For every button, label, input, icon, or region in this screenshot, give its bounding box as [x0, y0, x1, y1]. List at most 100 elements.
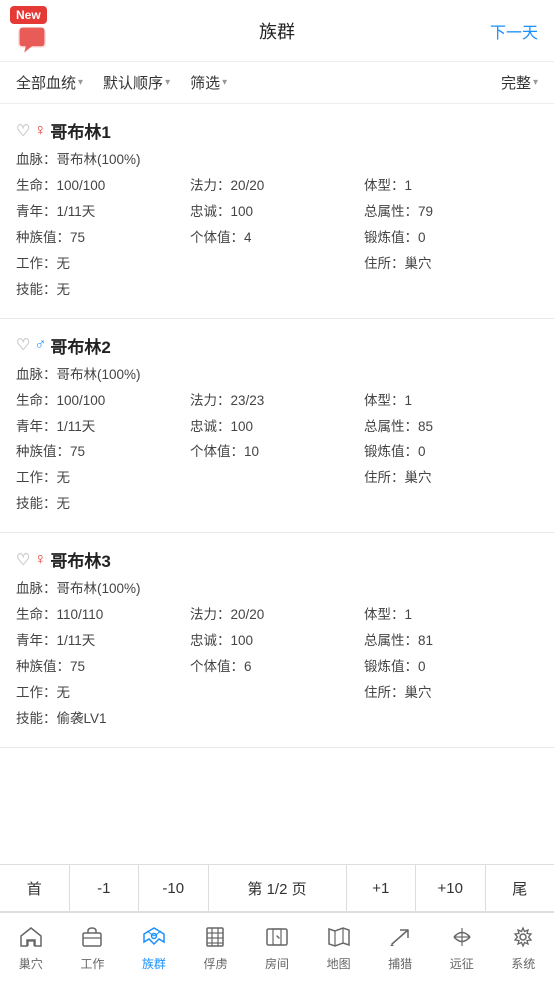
nav-item-tribe[interactable]: 族群	[123, 913, 185, 984]
nav-label-work: 工作	[80, 955, 104, 972]
mp: 法力：20/20	[190, 604, 364, 627]
hp: 生命：110/110	[16, 604, 190, 627]
individual: 个体值：10	[190, 441, 364, 464]
next-day-button[interactable]: 下一天	[490, 19, 538, 43]
page-prev1-button[interactable]: -1	[70, 865, 140, 911]
hunt-icon	[388, 926, 412, 952]
creature-card[interactable]: ♡ ♀ 哥布林1 血脉：哥布林(100%) 生命：100/100 法力：20/2…	[0, 104, 554, 319]
new-badge: New	[10, 6, 47, 24]
chevron-down-icon: ▾	[533, 77, 538, 88]
creature-list: ♡ ♀ 哥布林1 血脉：哥布林(100%) 生命：100/100 法力：20/2…	[0, 104, 554, 864]
total-attr: 总属性：85	[364, 416, 538, 439]
nav-label-tribe: 族群	[142, 955, 166, 972]
filter-bloodline[interactable]: 全部血统 ▾	[16, 72, 83, 93]
individual: 个体值：6	[190, 656, 364, 679]
creature-stats: 血脉：哥布林(100%) 生命：110/110 法力：20/20 体型：1 青年…	[16, 578, 538, 731]
home-icon	[19, 926, 43, 952]
male-icon: ♂	[34, 336, 46, 354]
nav-item-system[interactable]: 系统	[493, 913, 554, 984]
tribe-icon	[141, 926, 167, 952]
bloodline: 血脉：哥布林(100%)	[16, 364, 538, 387]
creature-stats: 血脉：哥布林(100%) 生命：100/100 法力：20/20 体型：1 青年…	[16, 149, 538, 302]
work: 工作：无	[16, 467, 190, 490]
creature-name-row: ♡ ♀ 哥布林3	[16, 547, 538, 572]
individual: 个体值：4	[190, 227, 364, 250]
message-icon	[16, 26, 48, 54]
creature-name: 哥布林3	[50, 547, 110, 572]
creature-card[interactable]: ♡ ♀ 哥布林3 血脉：哥布林(100%) 生命：110/110 法力：20/2…	[0, 533, 554, 748]
work: 工作：无	[16, 253, 190, 276]
loyalty: 忠诚：100	[190, 201, 364, 224]
nav-label-system: 系统	[511, 955, 535, 972]
heart-icon: ♡	[16, 550, 30, 570]
bloodline: 血脉：哥布林(100%)	[16, 149, 538, 172]
youth: 青年：1/11天	[16, 630, 190, 653]
creature-name-row: ♡ ♂ 哥布林2	[16, 333, 538, 358]
filter-order[interactable]: 默认顺序 ▾	[103, 72, 170, 93]
creature-name: 哥布林1	[50, 118, 110, 143]
creature-name: 哥布林2	[50, 333, 110, 358]
bottom-nav: 巢穴 工作 族群	[0, 912, 554, 984]
race-val: 种族值：75	[16, 656, 190, 679]
youth: 青年：1/11天	[16, 416, 190, 439]
page-next10-button[interactable]: +10	[416, 865, 486, 911]
work: 工作：无	[16, 682, 190, 705]
female-icon: ♀	[34, 551, 46, 569]
nav-label-expedition: 远征	[450, 955, 474, 972]
forge: 锻炼值：0	[364, 441, 538, 464]
filter-screen[interactable]: 筛选 ▾	[190, 72, 227, 93]
bloodline: 血脉：哥布林(100%)	[16, 578, 538, 601]
heart-icon: ♡	[16, 121, 30, 141]
nav-item-map[interactable]: 地图	[308, 913, 370, 984]
loyalty: 忠诚：100	[190, 416, 364, 439]
prisoner-icon	[203, 926, 227, 952]
page-prev10-button[interactable]: -10	[139, 865, 209, 911]
page-first-button[interactable]: 首	[0, 865, 70, 911]
nav-item-prisoner[interactable]: 俘虏	[185, 913, 247, 984]
page-last-button[interactable]: 尾	[486, 865, 554, 911]
home: 住所：巢穴	[364, 253, 538, 276]
expedition-icon	[450, 926, 474, 952]
map-icon	[327, 926, 351, 952]
female-icon: ♀	[34, 122, 46, 140]
nav-item-expedition[interactable]: 远征	[431, 913, 493, 984]
work-icon	[80, 926, 104, 952]
mp: 法力：23/23	[190, 390, 364, 413]
page-title: 族群	[259, 18, 295, 44]
nav-item-hunt[interactable]: 捕猎	[369, 913, 431, 984]
header: New 族群 下一天	[0, 0, 554, 62]
hp: 生命：100/100	[16, 390, 190, 413]
nav-item-home[interactable]: 巢穴	[0, 913, 62, 984]
chevron-down-icon: ▾	[222, 77, 227, 88]
nav-item-room[interactable]: 房间	[246, 913, 308, 984]
loyalty: 忠诚：100	[190, 630, 364, 653]
home: 住所：巢穴	[364, 467, 538, 490]
body: 体型：1	[364, 604, 538, 627]
nav-label-room: 房间	[265, 955, 289, 972]
creature-stats: 血脉：哥布林(100%) 生命：100/100 法力：23/23 体型：1 青年…	[16, 364, 538, 517]
skill: 技能：偷袭LV1	[16, 708, 538, 731]
creature-card[interactable]: ♡ ♂ 哥布林2 血脉：哥布林(100%) 生命：100/100 法力：23/2…	[0, 319, 554, 534]
filter-bar: 全部血统 ▾ 默认顺序 ▾ 筛选 ▾ 完整 ▾	[0, 62, 554, 104]
total-attr: 总属性：81	[364, 630, 538, 653]
forge: 锻炼值：0	[364, 656, 538, 679]
chevron-down-icon: ▾	[78, 77, 83, 88]
creature-name-row: ♡ ♀ 哥布林1	[16, 118, 538, 143]
race-val: 种族值：75	[16, 227, 190, 250]
total-attr: 总属性：79	[364, 201, 538, 224]
filter-complete[interactable]: 完整 ▾	[501, 72, 538, 93]
room-icon	[265, 926, 289, 952]
nav-label-prisoner: 俘虏	[203, 955, 227, 972]
mp: 法力：20/20	[190, 175, 364, 198]
chevron-down-icon: ▾	[165, 77, 170, 88]
skill: 技能：无	[16, 279, 538, 302]
youth: 青年：1/11天	[16, 201, 190, 224]
header-left: New	[16, 8, 48, 54]
nav-label-hunt: 捕猎	[388, 955, 412, 972]
nav-label-map: 地图	[327, 955, 351, 972]
heart-icon: ♡	[16, 335, 30, 355]
nav-item-work[interactable]: 工作	[62, 913, 124, 984]
pagination-bar: 首 -1 -10 第 1/2 页 +1 +10 尾	[0, 864, 554, 912]
system-icon	[511, 926, 535, 952]
page-next1-button[interactable]: +1	[347, 865, 417, 911]
